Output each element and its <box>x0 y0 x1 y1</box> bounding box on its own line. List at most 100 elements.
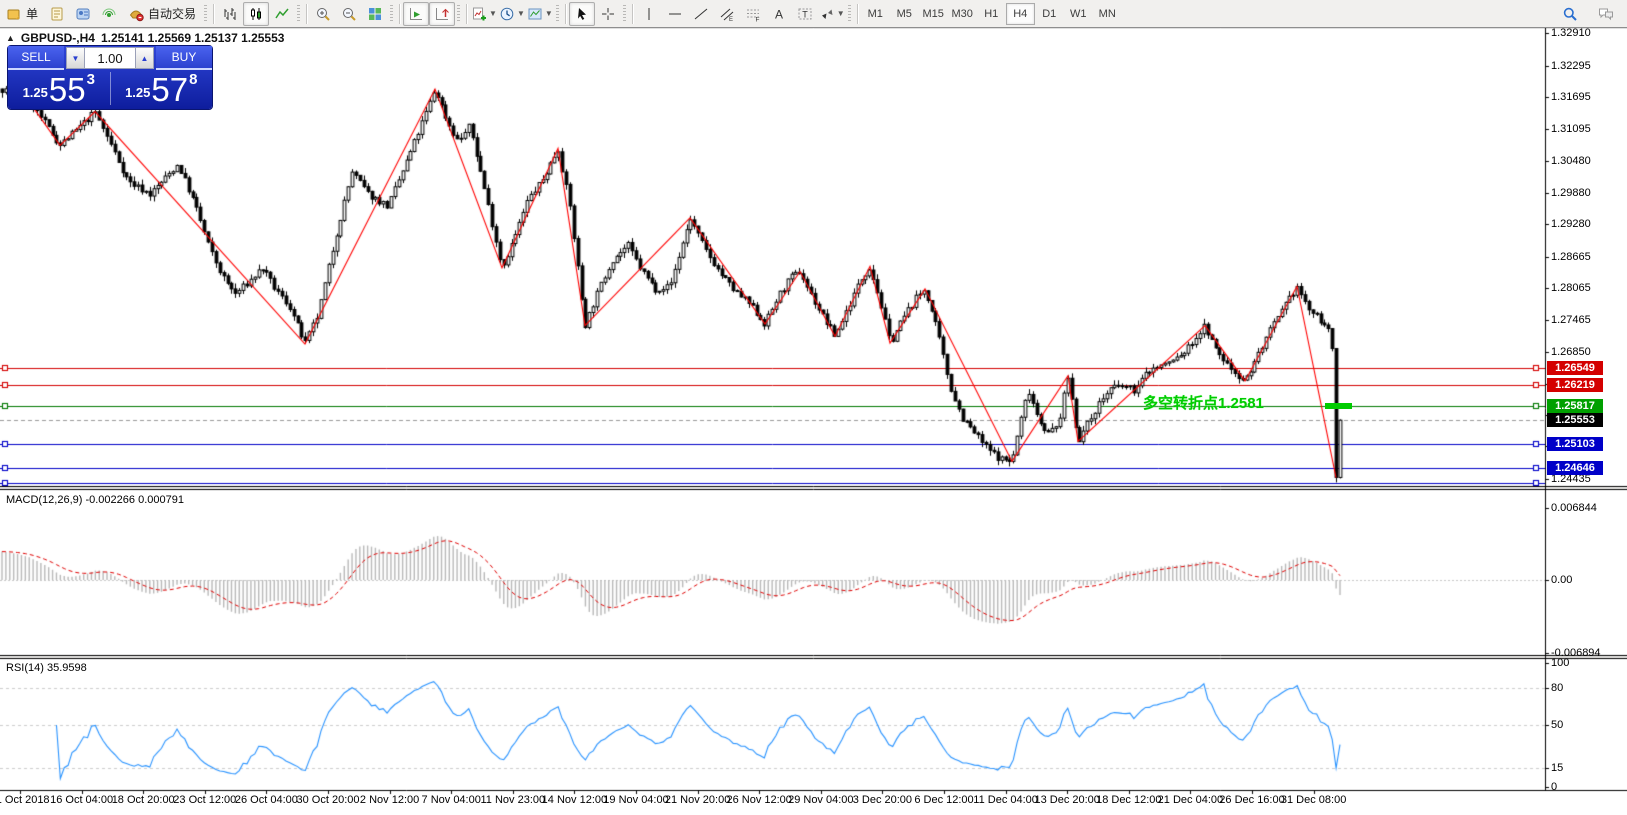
chat-button[interactable] <box>1593 2 1619 26</box>
new-order-button[interactable]: 单 <box>0 2 44 26</box>
price-axis-tick: 1.29880 <box>1551 187 1591 199</box>
chevron-down-icon[interactable]: ▼ <box>837 9 845 18</box>
chevron-down-icon[interactable]: ▼ <box>489 9 497 18</box>
candlestick-chart-button[interactable] <box>243 2 269 26</box>
svg-text:F: F <box>755 16 759 22</box>
candlestick-chart-icon <box>248 6 264 22</box>
annotation-line-segment[interactable] <box>1325 403 1352 409</box>
time-axis-label: 16 Oct 04:00 <box>50 794 113 806</box>
bar-chart-button[interactable] <box>217 2 243 26</box>
indicators-list-button[interactable]: ▼ <box>470 2 498 26</box>
search-button[interactable] <box>1557 2 1583 26</box>
text-label-button[interactable]: T <box>792 2 818 26</box>
price-axis-tick: 1.28065 <box>1551 282 1591 294</box>
notes-icon <box>49 6 65 22</box>
toolbar: 单 自动交易 ▼ ▼ ▼ E F AT ▼ M1M5M15M30H1 H4 D1 W1MN <box>0 0 1627 28</box>
sell-price-base: 1.25 <box>23 85 48 100</box>
buy-price-pips: 57 <box>151 76 188 104</box>
timeframe-tf-m1-button[interactable]: M1 <box>861 3 890 25</box>
price-line-label: 1.24646 <box>1547 461 1603 475</box>
community-icon <box>75 6 91 22</box>
price-line-label: 1.25103 <box>1547 437 1603 451</box>
periods-button[interactable]: ▼ <box>498 2 526 26</box>
volume-input[interactable]: 1.00 <box>85 47 135 69</box>
vertical-line-icon <box>641 6 657 22</box>
rsi-axis-tick: 80 <box>1551 682 1563 694</box>
volume-increase-button[interactable]: ▲ <box>135 47 154 69</box>
price-line-label: 1.26219 <box>1547 378 1603 392</box>
time-axis-label: 3 Dec 20:00 <box>853 794 912 806</box>
ohlc-values: 1.25141 1.25569 1.25137 1.25553 <box>101 31 285 45</box>
timeframe-tf-m5-button[interactable]: M5 <box>890 3 919 25</box>
timeframe-tf-mn-button[interactable]: MN <box>1093 3 1122 25</box>
toolbar-grip <box>390 5 393 23</box>
chart-canvas[interactable] <box>0 0 1627 815</box>
chart-shift-button[interactable] <box>429 2 455 26</box>
toolbar-separator <box>565 4 566 24</box>
templates-button[interactable]: ▼ <box>526 2 554 26</box>
line-chart-button[interactable] <box>269 2 295 26</box>
cursor-icon <box>574 6 590 22</box>
notes-button[interactable] <box>44 2 70 26</box>
price-axis-tick: 1.31695 <box>1551 91 1591 103</box>
line-chart-icon <box>274 6 290 22</box>
timeframe-tf-m30-button[interactable]: M30 <box>948 3 977 25</box>
trendline-button[interactable] <box>688 2 714 26</box>
price-axis-tick: 1.29280 <box>1551 218 1591 230</box>
timeframe-tf-h4-button[interactable]: H4 <box>1006 3 1035 25</box>
text-button[interactable]: A <box>766 2 792 26</box>
tile-windows-button[interactable] <box>362 2 388 26</box>
autotrading-button[interactable]: 自动交易 <box>122 2 202 26</box>
timeframe-tf-w1-button[interactable]: W1 <box>1064 3 1093 25</box>
auto-scroll-button[interactable] <box>403 2 429 26</box>
zoom-in-button[interactable] <box>310 2 336 26</box>
buy-price-point: 8 <box>189 71 197 88</box>
zoom-out-icon <box>341 6 357 22</box>
arrows-icon <box>819 6 835 22</box>
chevron-down-icon[interactable]: ▼ <box>517 9 525 18</box>
fibonacci-retracement-button[interactable]: F <box>740 2 766 26</box>
toolbar-grip <box>556 5 559 23</box>
timeframe-tf-m15-button[interactable]: M15 <box>919 3 948 25</box>
text-icon: A <box>771 6 787 22</box>
zoom-out-button[interactable] <box>336 2 362 26</box>
vertical-line-button[interactable] <box>636 2 662 26</box>
chevron-down-icon[interactable]: ▼ <box>545 9 553 18</box>
signals-button[interactable] <box>96 2 122 26</box>
toolbar-grip <box>623 5 626 23</box>
chart-annotation-text[interactable]: 多空转折点1.2581 <box>1143 392 1264 413</box>
sell-button[interactable]: SELL <box>8 46 64 70</box>
arrows-button[interactable]: ▼ <box>818 2 846 26</box>
toolbar-grip <box>297 5 300 23</box>
sell-price[interactable]: 1.25 55 3 <box>8 70 110 107</box>
toolbar-grip <box>204 5 207 23</box>
community-button[interactable] <box>70 2 96 26</box>
toolbar-separator <box>857 4 858 24</box>
crosshair-button[interactable] <box>595 2 621 26</box>
rsi-indicator-label: RSI(14) 35.9598 <box>6 662 87 674</box>
rsi-axis-tick: 15 <box>1551 762 1563 774</box>
one-click-toggle-icon[interactable]: ▲ <box>6 33 15 43</box>
cursor-button[interactable] <box>569 2 595 26</box>
horizontal-line-button[interactable] <box>662 2 688 26</box>
timeframe-tf-h1-button[interactable]: H1 <box>977 3 1006 25</box>
time-axis-label: 13 Dec 20:00 <box>1034 794 1099 806</box>
timeframe-tf-d1-button[interactable]: D1 <box>1035 3 1064 25</box>
time-axis-label: 14 Nov 12:00 <box>542 794 607 806</box>
tf-h4-label: H4 <box>1013 8 1027 20</box>
equidistant-channel-button[interactable]: E <box>714 2 740 26</box>
time-axis-label: 23 Oct 12:00 <box>173 794 236 806</box>
horizontal-line-icon <box>667 6 683 22</box>
macd-axis-tick: 0.00 <box>1551 574 1572 586</box>
time-axis-label: 11 Oct 2018 <box>0 794 50 806</box>
volume-decrease-button[interactable]: ▼ <box>66 47 85 69</box>
rsi-axis-tick: 50 <box>1551 719 1563 731</box>
fibonacci-retracement-icon: F <box>745 6 761 22</box>
svg-text:A: A <box>775 7 783 21</box>
macd-indicator-label: MACD(12,26,9) -0.002266 0.000791 <box>6 494 184 506</box>
price-axis-tick: 1.31095 <box>1551 123 1591 135</box>
buy-button[interactable]: BUY <box>156 46 212 70</box>
time-axis-label: 26 Nov 12:00 <box>726 794 791 806</box>
tf-d1-label: D1 <box>1042 8 1056 20</box>
buy-price[interactable]: 1.25 57 8 <box>111 70 213 107</box>
